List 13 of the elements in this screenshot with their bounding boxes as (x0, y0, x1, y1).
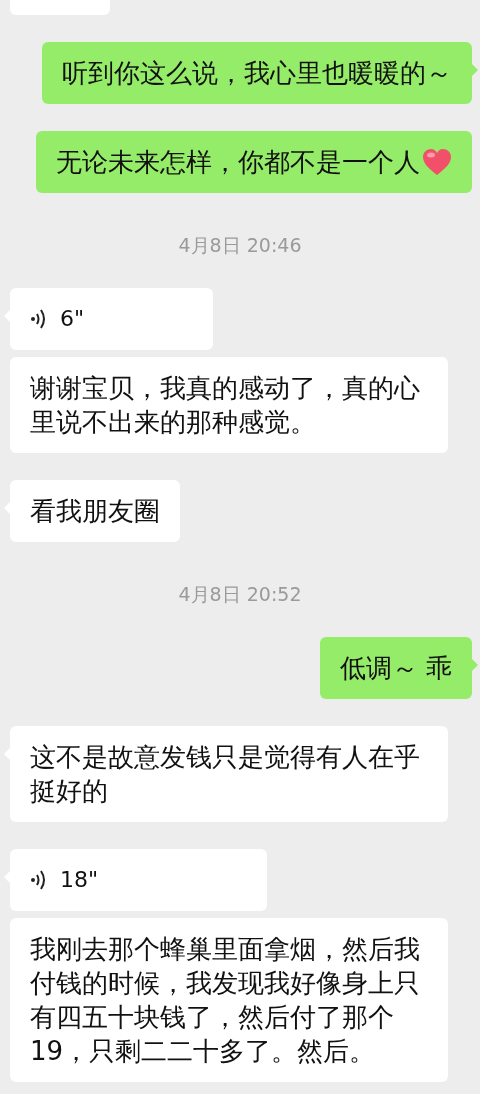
voice-icon (30, 308, 46, 330)
message-text: 低调～ 乖 (339, 652, 452, 685)
message-text: 这不是故意发钱只是觉得有人在乎挺好的 (30, 741, 421, 808)
voice-duration: 6" (60, 305, 85, 333)
message-text: 谢谢宝贝，我真的感动了，真的心里说不出来的那种感觉。 (30, 372, 421, 439)
message-text: 我刚去那个蜂巢里面拿烟，然后我付钱的时候，我发现我好像身上只有四五十块钱了，然后付了那个19，只剩二二十多了。然后。 (30, 933, 421, 1068)
timestamp: 4月8日 20:52 (178, 582, 302, 606)
voice-duration: 18" (60, 866, 99, 894)
timestamp: 4月8日 20:46 (178, 233, 302, 257)
message-text: 听到你这么说，我心里也暖暖的～ (62, 57, 452, 90)
voice-icon (30, 869, 46, 891)
message-text: 看我朋友圈 (30, 495, 160, 528)
message-text: 无论未来怎样，你都不是一个人 (56, 146, 420, 179)
